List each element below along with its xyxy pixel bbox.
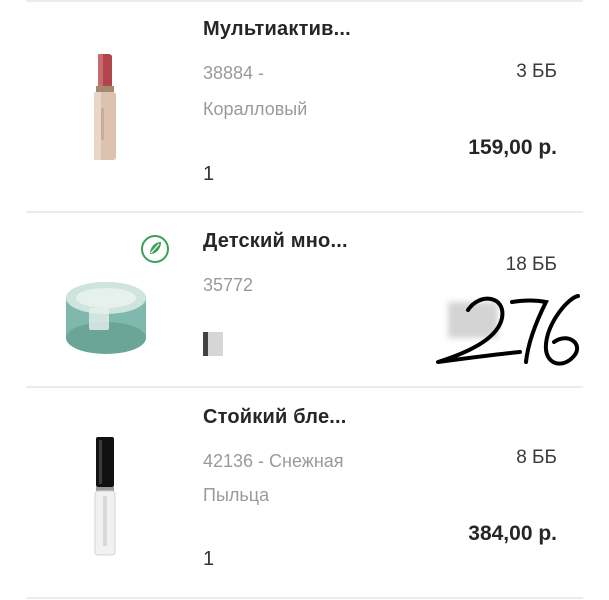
product-image-lipstick[interactable] [50,48,160,163]
product-shade: Коралловый [203,99,308,119]
product-price: 384,00 р. [468,522,557,545]
bonus-points: 8 ББ [516,447,557,468]
product-name[interactable]: Стойкий бле... [203,406,347,429]
bonus-points: 18 ББ [505,254,557,275]
cream-jar-icon [66,282,146,354]
product-sku: 38884 - [203,63,265,83]
cart-item-2[interactable]: Детский мно... 35772 18 ББ [0,212,609,386]
cart-item-1[interactable]: Мультиактив... 38884 - Коралловый 3 ББ 1… [0,0,609,212]
product-name[interactable]: Мультиактив... [203,18,351,41]
cart-item-3[interactable]: Стойкий бле... 42136 - Снежная Пыльца 8 … [0,388,609,600]
product-sku: 35772 [203,275,254,295]
product-image-cream[interactable] [56,260,156,370]
bottom-divider [26,597,583,599]
product-name[interactable]: Детский мно... [203,230,348,253]
product-image-gloss[interactable] [50,434,160,559]
product-quantity[interactable]: 1 [203,163,214,186]
lip-gloss-icon [94,437,116,556]
lipstick-icon [94,54,116,160]
quantity-redacted [203,332,223,356]
product-price: 159,00 р. [468,136,557,159]
product-shade: Пыльца [203,485,270,505]
product-sku: 42136 - Снежная [203,451,344,471]
handwritten-276 [436,294,580,366]
bonus-points: 3 ББ [516,61,557,82]
product-quantity[interactable]: 1 [203,548,214,571]
